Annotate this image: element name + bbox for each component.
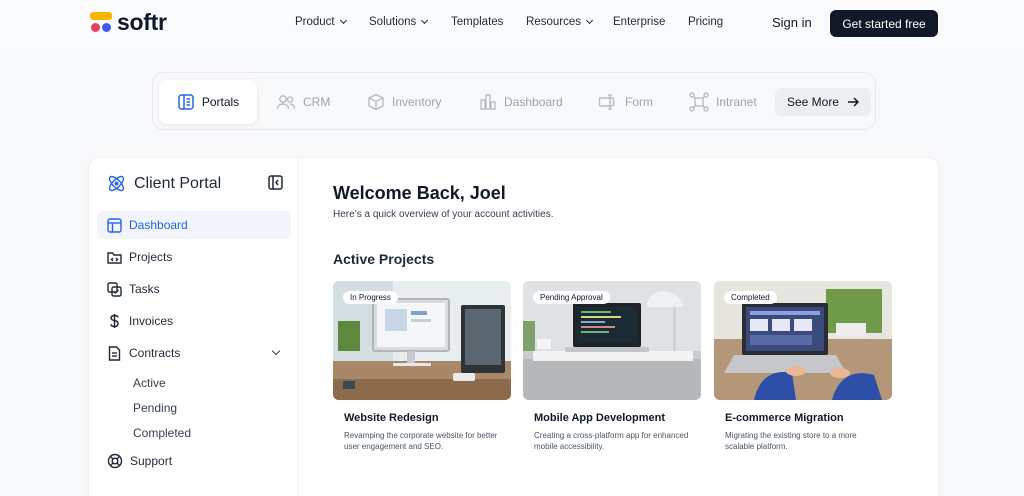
menu-label: Solutions: [369, 16, 417, 28]
project-card[interactable]: Completed E-commerce Migration Migrating…: [714, 281, 892, 452]
tasks-icon: [107, 281, 122, 297]
project-title: E-commerce Migration: [725, 412, 844, 424]
sidebar-item-tasks[interactable]: Tasks: [97, 275, 291, 303]
chevron-down-icon: [585, 16, 594, 25]
sidebar-item-support[interactable]: Support: [97, 447, 291, 475]
folder-code-icon: [107, 251, 122, 264]
sidebar-item-dashboard[interactable]: Dashboard: [97, 211, 291, 239]
menu-resources[interactable]: Resources: [526, 16, 594, 28]
get-started-button[interactable]: Get started free: [830, 10, 938, 37]
network-icon: [689, 92, 709, 112]
tab-dashboard[interactable]: Dashboard: [479, 80, 563, 124]
tab-label: Intranet: [716, 95, 757, 109]
tab-portals[interactable]: Portals: [159, 80, 257, 124]
project-image-ecommerce: Completed: [714, 281, 892, 400]
portal-title: Client Portal: [134, 174, 222, 192]
project-description: Migrating the existing store to a more s…: [725, 431, 857, 451]
dollar-icon: [110, 314, 119, 328]
sidebar-item-projects[interactable]: Projects: [97, 243, 291, 271]
project-description: Revamping the corporate website for bett…: [344, 431, 498, 451]
softr-logo-mark: [90, 11, 113, 33]
sidebar-item-label: Tasks: [129, 282, 160, 296]
project-title: Mobile App Development: [534, 412, 665, 424]
sidebar-item-label: Contracts: [129, 346, 181, 360]
sidebar-item-label: Projects: [129, 250, 173, 264]
welcome-heading: Welcome Back, Joel: [333, 183, 506, 203]
chart-icon: [480, 94, 496, 110]
brand-name: softr: [117, 9, 167, 35]
sidebar-subitem-active[interactable]: Active: [133, 376, 166, 390]
chevron-down-icon: [271, 346, 281, 356]
sidebar-item-label: Invoices: [129, 314, 174, 328]
tab-label: Inventory: [392, 95, 442, 109]
portal-sidebar: Client Portal Dashboard Projects Tasks I…: [89, 158, 299, 496]
sign-in-link[interactable]: Sign in: [772, 15, 812, 30]
portal-brand: Client Portal: [106, 173, 221, 194]
menu-enterprise[interactable]: Enterprise: [613, 16, 665, 28]
tab-label: CRM: [303, 95, 331, 109]
project-image-desk: In Progress: [333, 281, 511, 400]
chevron-down-icon: [421, 16, 429, 25]
menu-product[interactable]: Product: [295, 16, 347, 28]
project-image-laptop: Pending Approval: [523, 281, 701, 400]
sidebar-item-label: Support: [130, 454, 173, 468]
form-icon: [598, 94, 615, 110]
project-title: Website Redesign: [344, 412, 439, 424]
menu-solutions[interactable]: Solutions: [369, 16, 429, 28]
project-description: Creating a cross-platform app for enhanc…: [534, 431, 689, 451]
arrow-right-icon: [848, 97, 860, 107]
lifebuoy-icon: [107, 453, 123, 469]
layout-icon: [107, 217, 122, 233]
tab-label: Form: [625, 95, 653, 109]
see-more-label: See More: [786, 95, 840, 109]
box-icon: [368, 93, 384, 111]
sidebar-item-invoices[interactable]: Invoices: [97, 307, 291, 335]
project-card[interactable]: In Progress Website Redesign Revamping t…: [333, 281, 511, 452]
client-portal-preview: Client Portal Dashboard Projects Tasks I…: [89, 158, 938, 496]
tab-label: Dashboard: [504, 95, 563, 109]
tab-crm[interactable]: CRM: [276, 80, 330, 124]
status-badge: In Progress: [343, 291, 398, 304]
tab-form[interactable]: Form: [598, 80, 653, 124]
sidebar-item-label: Dashboard: [129, 218, 188, 232]
menu-label: Resources: [526, 16, 581, 28]
users-icon: [276, 95, 296, 110]
portal-main: Welcome Back, Joel Here’s a quick overvi…: [299, 158, 938, 496]
use-case-tabs: Portals CRM Inventory Dashboard Form Int…: [152, 72, 876, 130]
menu-label: Product: [295, 16, 335, 28]
chevron-down-icon: [339, 16, 347, 25]
portal-icon: [178, 94, 194, 110]
tab-intranet[interactable]: Intranet: [689, 80, 757, 124]
tab-label: Portals: [201, 95, 240, 109]
sidebar-item-contracts[interactable]: Contracts: [97, 339, 291, 367]
sidebar-subitem-completed[interactable]: Completed: [133, 426, 191, 440]
tab-inventory[interactable]: Inventory: [367, 80, 441, 124]
menu-pricing[interactable]: Pricing: [688, 16, 723, 28]
atom-icon: [108, 175, 125, 192]
status-badge: Pending Approval: [533, 291, 610, 304]
menu-label: Templates: [451, 16, 504, 28]
project-card[interactable]: Pending Approval Mobile App Development …: [523, 281, 701, 452]
see-more-button[interactable]: See More: [775, 88, 871, 116]
collapse-sidebar-icon[interactable]: [268, 175, 283, 190]
document-icon: [108, 345, 121, 361]
top-navigation: softr Product Solutions Templates Resour…: [0, 0, 1024, 48]
welcome-subtitle: Here’s a quick overview of your account …: [333, 209, 554, 220]
softr-logo[interactable]: softr: [90, 9, 167, 35]
sidebar-subitem-pending[interactable]: Pending: [133, 401, 177, 415]
menu-templates[interactable]: Templates: [451, 16, 503, 28]
status-badge: Completed: [724, 291, 777, 304]
menu-label: Enterprise: [613, 16, 666, 28]
active-projects-heading: Active Projects: [333, 251, 435, 267]
menu-label: Pricing: [688, 16, 724, 28]
